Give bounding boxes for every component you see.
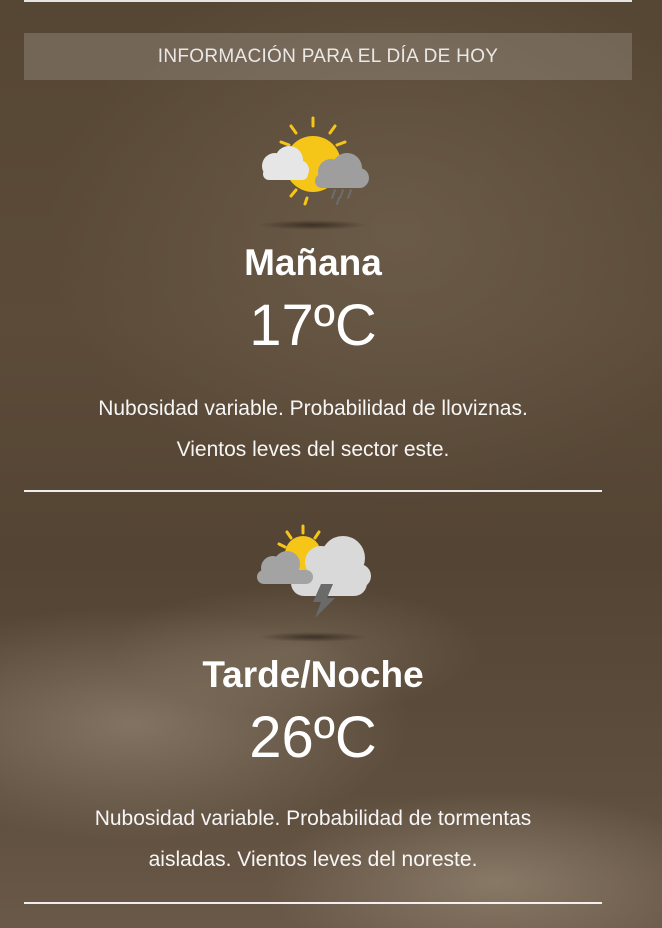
section-divider [24,902,602,904]
temperature: 26ºC [249,705,377,770]
section-header: INFORMACIÓN PARA EL DÍA DE HOY [24,33,632,80]
temperature: 17ºC [249,293,377,358]
period-title: Tarde/Noche [202,654,424,695]
top-divider [24,0,632,2]
section-divider [24,490,602,492]
sun-cloud-thunder-icon [251,522,375,622]
description-line-1: Nubosidad variable. Probabilidad de llov… [98,397,528,420]
description-line-1: Nubosidad variable. Probabilidad de torm… [94,807,532,830]
header-title: INFORMACIÓN PARA EL DÍA DE HOY [157,45,499,67]
sun-cloud-drizzle-icon [253,114,373,214]
description-line-2: aisladas. Vientos leves del noreste. [148,848,478,871]
forecast-morning: Mañana 17ºC Nubosidad variable. Probabil… [24,110,602,480]
icon-shadow [258,632,368,642]
forecast-afternoon-night: Tarde/Noche 26ºC Nubosidad variable. Pro… [24,520,602,890]
period-title: Mañana [244,242,382,283]
description-line-2: Vientos leves del sector este. [176,438,450,461]
icon-shadow [258,220,368,230]
